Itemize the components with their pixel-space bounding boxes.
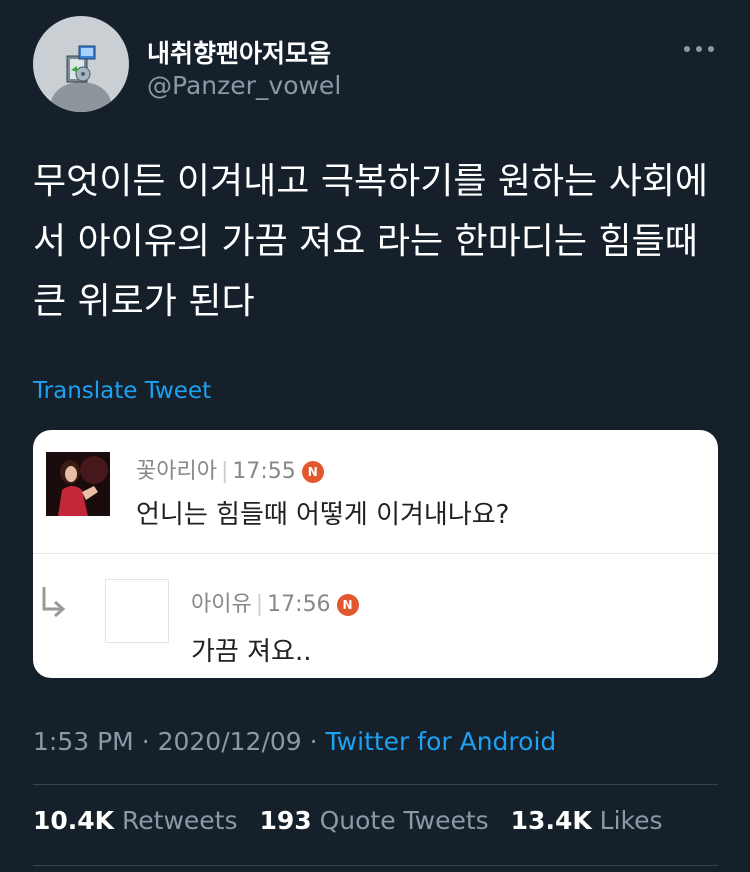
installer-icon (66, 45, 96, 83)
dot (684, 46, 690, 52)
tweet-stats: 10.4K Retweets 193 Quote Tweets 13.4K Li… (33, 806, 677, 835)
reply-arrow-icon (42, 587, 66, 618)
comment-message: 언니는 힘들때 어떻게 이겨내나요? (136, 500, 510, 530)
new-badge: N (301, 461, 324, 483)
translate-tweet-link[interactable]: Translate Tweet (33, 378, 211, 404)
comment-meta: 꽃아리아 | 17:55 N (136, 453, 324, 485)
tweet-time: 1:53 PM (33, 727, 134, 756)
dot (696, 46, 702, 52)
quote-tweets-label: Quote Tweets (319, 806, 489, 835)
card-divider (33, 553, 718, 554)
divider-top (33, 784, 718, 785)
tweet-meta: 1:53 PM · 2020/12/09 · Twitter for Andro… (33, 727, 556, 756)
tweet-source-link[interactable]: Twitter for Android (326, 727, 557, 756)
retweets-count: 10.4K (33, 806, 115, 835)
author-handle[interactable]: @Panzer_vowel (147, 71, 341, 100)
likes-stat[interactable]: 13.4K Likes (511, 806, 663, 835)
attached-image[interactable]: 꽃아리아 | 17:55 N 언니는 힘들때 어떻게 이겨내나요? 아이유 | 17:56… (33, 430, 718, 678)
commenter-name: 꽃아리아 (136, 459, 217, 484)
meta-dot: · (309, 727, 318, 756)
quote-tweets-stat[interactable]: 193 Quote Tweets (259, 806, 488, 835)
likes-count: 13.4K (510, 806, 592, 835)
tweet-date: 2020/12/09 (157, 727, 302, 756)
reply-time: 17:56 (267, 592, 331, 617)
divider-bottom (33, 865, 718, 866)
quote-tweets-count: 193 (259, 806, 312, 835)
commenter-photo (46, 452, 110, 516)
retweets-label: Retweets (122, 806, 238, 835)
meta-separator: | (255, 592, 264, 617)
meta-separator: | (220, 459, 229, 484)
reply-message: 가끔 져요.. (191, 637, 312, 667)
replier-name: 아이유 (191, 592, 252, 617)
more-options-icon[interactable] (684, 42, 720, 56)
comment-time: 17:55 (232, 459, 296, 484)
tweet-detail-page: 내취향팬아저모음 @Panzer_vowel 무엇이든 이겨내고 극복하기를 원… (0, 0, 750, 872)
dot (708, 46, 714, 52)
commenter-avatar (46, 452, 110, 516)
replier-avatar (105, 579, 169, 643)
tweet-text: 무엇이든 이겨내고 극복하기를 원하는 사회에서 아이유의 가끔 져요 라는 한… (33, 161, 709, 322)
author-display-name[interactable]: 내취향팬아저모음 (147, 34, 331, 70)
retweets-stat[interactable]: 10.4K Retweets (33, 806, 237, 835)
reply-meta: 아이유 | 17:56 N (191, 586, 359, 618)
new-badge: N (336, 594, 359, 616)
likes-label: Likes (599, 806, 663, 835)
avatar-silhouette (51, 82, 111, 112)
author-avatar[interactable] (33, 16, 129, 112)
meta-dot: · (141, 727, 150, 756)
